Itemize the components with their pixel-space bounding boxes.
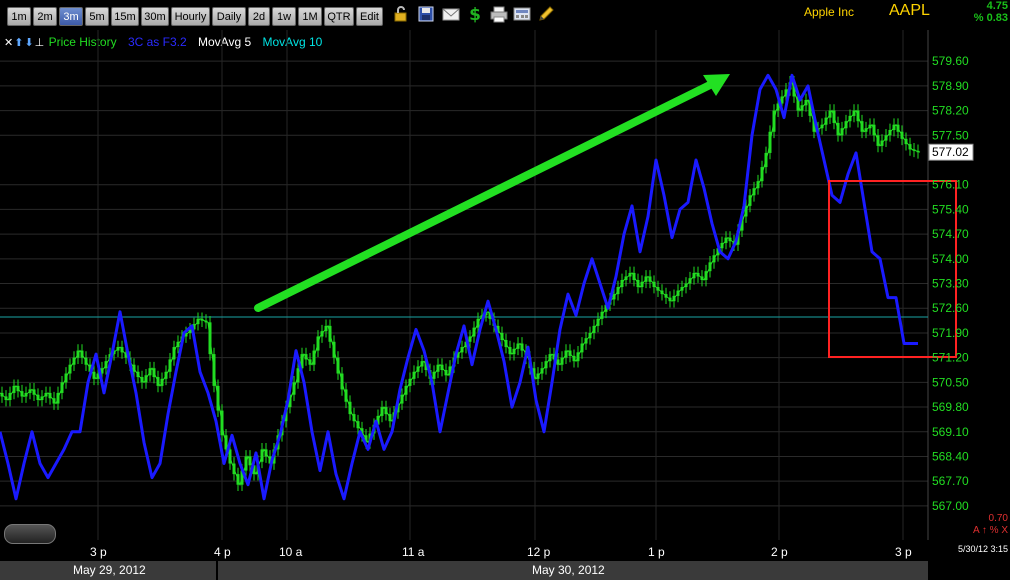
x-tick-label: 3 p <box>90 545 107 559</box>
y-tick-label: 574.00 <box>932 252 969 266</box>
y-tick-label: 575.40 <box>932 202 969 216</box>
date-left: May 29, 2012 <box>73 563 146 577</box>
price-change-percent: % 0.83 <box>973 12 1008 24</box>
x-tick-label: 10 a <box>279 545 303 559</box>
ticker-symbol: AAPL <box>889 2 930 19</box>
pencil-icon[interactable] <box>537 5 555 23</box>
date-bar-right: May 30, 2012 <box>218 561 928 580</box>
indicator-line <box>0 73 918 501</box>
corner-date: 5/30/12 3:15 <box>957 544 1008 554</box>
timeframe-button-2m[interactable]: 2m <box>33 7 57 26</box>
timeframe-button-1m[interactable]: 1M <box>298 7 322 26</box>
x-tick-label: 11 a <box>402 545 425 559</box>
date-bar-left: May 29, 2012 <box>0 561 216 580</box>
trend-arrow-annotation <box>254 74 730 312</box>
y-tick-label: 572.60 <box>932 301 969 315</box>
timeframe-button-1w[interactable]: 1w <box>272 7 296 26</box>
save-icon[interactable] <box>417 5 435 23</box>
timeframe-button-15m[interactable]: 15m <box>111 7 139 26</box>
y-tick-label: 569.80 <box>932 400 969 414</box>
y-tick-label: 574.70 <box>932 227 969 241</box>
y-tick-label: 578.90 <box>932 79 969 93</box>
y-tick-label: 576.10 <box>932 178 969 192</box>
y-tick-label: 568.40 <box>932 449 969 463</box>
timeframe-button-1m[interactable]: 1m <box>7 7 31 26</box>
timeframe-button-3m[interactable]: 3m <box>59 7 83 26</box>
y-tick-label: 570.50 <box>932 375 969 389</box>
price-axis: 579.60 578.90 578.20 577.50 577.02 576.10 575.… <box>928 54 974 513</box>
y-tick-label: 578.20 <box>932 104 969 118</box>
y-tick-label: 573.30 <box>932 277 969 291</box>
y-tick-label: 569.10 <box>932 425 969 439</box>
y-tick-label: 571.20 <box>932 351 969 365</box>
x-tick-label: 12 p <box>527 545 551 559</box>
x-tick-label: 4 p <box>214 545 231 559</box>
lock-icon[interactable] <box>392 5 410 23</box>
date-right: May 30, 2012 <box>532 563 605 577</box>
timeframe-button-hourly[interactable]: Hourly <box>171 7 210 26</box>
y-tick-label: 567.00 <box>932 499 969 513</box>
x-tick-label: 2 p <box>771 545 788 559</box>
y-tick-label: 571.90 <box>932 326 969 340</box>
timeframe-button-daily[interactable]: Daily <box>212 7 246 26</box>
chart-grid <box>0 30 928 540</box>
email-icon[interactable] <box>442 5 460 23</box>
toolbar: 1m 2m 3m 5m 15m 30m Hourly Daily 2d 1w 1M QTR Edit $… <box>0 0 1010 30</box>
time-axis: 3 p 4 p 10 a 11 a 12 p 1 p 2 p 3 p <box>90 545 912 559</box>
y-tick-label: 567.70 <box>932 474 969 488</box>
x-tick-label: 3 p <box>895 545 912 559</box>
timeframe-button-30m[interactable]: 30m <box>141 7 169 26</box>
last-price-label: 577.02 <box>932 145 969 159</box>
timeframe-button-2d[interactable]: 2d <box>248 7 270 26</box>
price-change: 4.75 <box>986 0 1008 12</box>
calculator-icon[interactable] <box>513 5 531 23</box>
timeframe-button-5m[interactable]: 5m <box>85 7 109 26</box>
dollar-icon[interactable]: $ <box>466 5 484 23</box>
y-tick-label: 577.50 <box>932 128 969 142</box>
timeframe-button-qtr[interactable]: QTR <box>324 7 354 26</box>
svg-text:$: $ <box>469 5 481 23</box>
corner-value: 0.70 <box>988 513 1008 524</box>
x-tick-label: 1 p <box>648 545 665 559</box>
company-name: Apple Inc <box>804 5 855 19</box>
corner-tools[interactable]: A ↑ % X <box>973 525 1008 536</box>
scroll-handle[interactable] <box>4 524 56 544</box>
price-chart[interactable]: 579.60 578.90 578.20 577.50 577.02 576.10 575.… <box>0 30 1010 561</box>
timeframe-button-edit[interactable]: Edit <box>356 7 383 26</box>
y-tick-label: 579.60 <box>932 54 969 68</box>
print-icon[interactable] <box>490 5 508 23</box>
